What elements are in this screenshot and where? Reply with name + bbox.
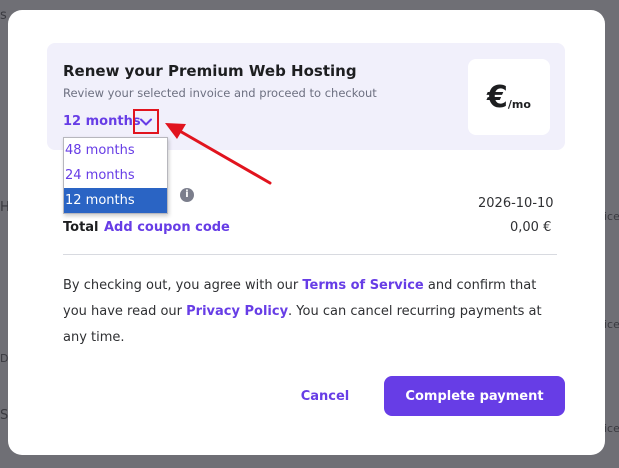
period-dropdown-toggle[interactable] xyxy=(133,109,159,134)
plan-header-card: Renew your Premium Web Hosting Review yo… xyxy=(47,43,565,150)
complete-payment-button[interactable]: Complete payment xyxy=(384,376,565,416)
period-select-label[interactable]: 12 months xyxy=(63,114,141,129)
modal-title: Renew your Premium Web Hosting xyxy=(63,62,357,80)
terms-text: By checking out, you agree with our Term… xyxy=(63,273,563,351)
terms-text-part: By checking out, you agree with our xyxy=(63,278,303,293)
total-label: Total xyxy=(63,220,99,235)
currency-unit: /mo xyxy=(507,97,531,111)
add-coupon-link[interactable]: Add coupon code xyxy=(104,220,230,235)
modal-subtitle: Review your selected invoice and proceed… xyxy=(63,86,377,100)
currency-symbol: € xyxy=(487,79,508,115)
period-option-12[interactable]: 12 months xyxy=(64,188,167,213)
cancel-button[interactable]: Cancel xyxy=(280,376,370,416)
info-icon[interactable]: i xyxy=(180,188,194,202)
expiry-date: 2026-10-10 xyxy=(478,196,554,211)
background-text: ice xyxy=(604,210,619,223)
currency-badge: € /mo xyxy=(468,59,550,135)
chevron-down-icon xyxy=(140,118,152,125)
background-text: s xyxy=(0,8,7,23)
privacy-policy-link[interactable]: Privacy Policy xyxy=(186,304,288,319)
period-options-list: 48 months 24 months 12 months xyxy=(63,137,168,214)
period-option-24[interactable]: 24 months xyxy=(64,163,167,188)
terms-of-service-link[interactable]: Terms of Service xyxy=(302,278,423,293)
period-option-48[interactable]: 48 months xyxy=(64,138,167,163)
background-text: ice xyxy=(604,422,619,435)
total-value: 0,00 € xyxy=(510,220,552,235)
renew-modal: Renew your Premium Web Hosting Review yo… xyxy=(8,10,605,455)
divider xyxy=(63,254,557,255)
background-text: ice xyxy=(604,318,619,331)
